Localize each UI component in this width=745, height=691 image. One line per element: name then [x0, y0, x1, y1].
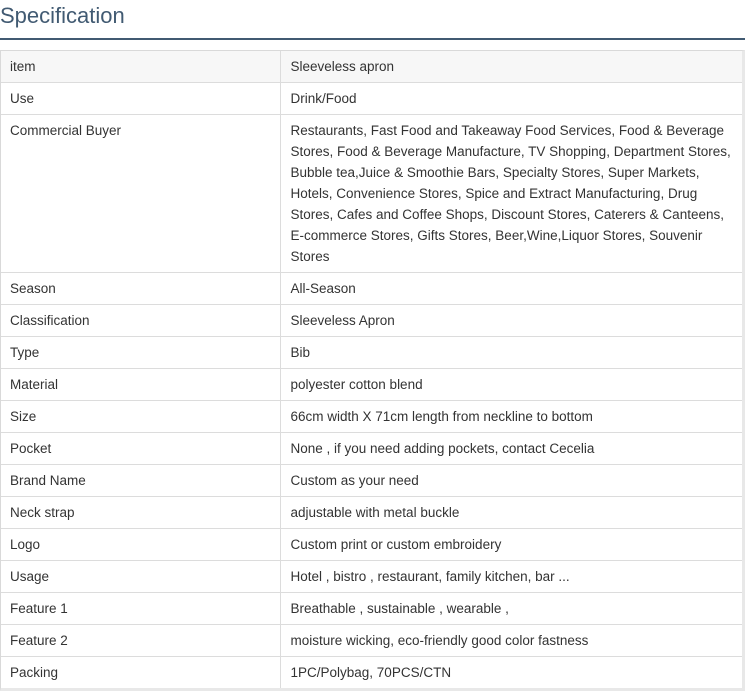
spec-key-cell: Usage — [1, 560, 281, 593]
spec-value-cell: Custom print or custom embroidery — [279, 528, 742, 561]
table-row: Classification Sleeveless Apron — [1, 304, 742, 337]
table-row: Season All-Season — [1, 272, 742, 305]
table-row: Neck strap adjustable with metal buckle — [1, 496, 742, 529]
spec-key-cell: Season — [1, 272, 281, 305]
spec-value-cell: Drink/Food — [279, 82, 742, 115]
spec-key-cell: Size — [1, 400, 281, 433]
table-row: Logo Custom print or custom embroidery — [1, 528, 742, 561]
spec-key-cell: Feature 1 — [1, 592, 281, 625]
specification-table-body: item Sleeveless apron Use Drink/Food Com… — [1, 51, 742, 688]
specification-table: item Sleeveless apron Use Drink/Food Com… — [1, 51, 742, 688]
spec-key-cell: Classification — [1, 304, 281, 337]
table-row: Commercial Buyer Restaurants, Fast Food … — [1, 114, 742, 273]
table-row: Type Bib — [1, 336, 742, 369]
spec-key-cell: Commercial Buyer — [1, 114, 281, 273]
spec-value-cell: polyester cotton blend — [279, 368, 742, 401]
spec-key-cell: Feature 2 — [1, 624, 281, 657]
table-row: Feature 2 moisture wicking, eco-friendly… — [1, 624, 742, 657]
spec-key-cell: Packing — [1, 656, 281, 688]
table-row: Size 66cm width X 71cm length from neckl… — [1, 400, 742, 433]
spec-key-cell: Use — [1, 82, 281, 115]
table-row: Packing 1PC/Polybag, 70PCS/CTN — [1, 656, 742, 688]
spec-value-cell: Sleeveless apron — [279, 51, 742, 83]
title-divider — [0, 38, 745, 40]
specification-table-container: item Sleeveless apron Use Drink/Food Com… — [0, 50, 745, 691]
page-title: Specification — [0, 3, 125, 28]
spec-value-cell: moisture wicking, eco-friendly good colo… — [279, 624, 742, 657]
spec-key-cell: Brand Name — [1, 464, 281, 497]
spec-key-cell: Material — [1, 368, 281, 401]
table-row: Pocket None , if you need adding pockets… — [1, 432, 742, 465]
spec-key-cell: Neck strap — [1, 496, 281, 529]
table-row: Usage Hotel , bistro , restaurant, famil… — [1, 560, 742, 593]
spec-key-cell: Pocket — [1, 432, 281, 465]
spec-key-cell: Type — [1, 336, 281, 369]
spec-value-cell: Bib — [279, 336, 742, 369]
spec-value-cell: adjustable with metal buckle — [279, 496, 742, 529]
spec-value-cell: Restaurants, Fast Food and Takeaway Food… — [279, 114, 742, 273]
spec-key-cell: Logo — [1, 528, 281, 561]
spec-value-cell: Breathable , sustainable , wearable , — [279, 592, 742, 625]
table-row: Use Drink/Food — [1, 82, 742, 115]
table-row: item Sleeveless apron — [1, 51, 742, 83]
spec-key-cell: item — [1, 51, 281, 83]
spec-value-cell: Custom as your need — [279, 464, 742, 497]
table-row: Brand Name Custom as your need — [1, 464, 742, 497]
spec-value-cell: 1PC/Polybag, 70PCS/CTN — [279, 656, 742, 688]
spec-value-cell: None , if you need adding pockets, conta… — [279, 432, 742, 465]
table-row: Material polyester cotton blend — [1, 368, 742, 401]
spec-value-cell: Hotel , bistro , restaurant, family kitc… — [279, 560, 742, 593]
table-row: Feature 1 Breathable , sustainable , wea… — [1, 592, 742, 625]
spec-value-cell: 66cm width X 71cm length from neckline t… — [279, 400, 742, 433]
spec-value-cell: Sleeveless Apron — [279, 304, 742, 337]
spec-value-cell: All-Season — [279, 272, 742, 305]
